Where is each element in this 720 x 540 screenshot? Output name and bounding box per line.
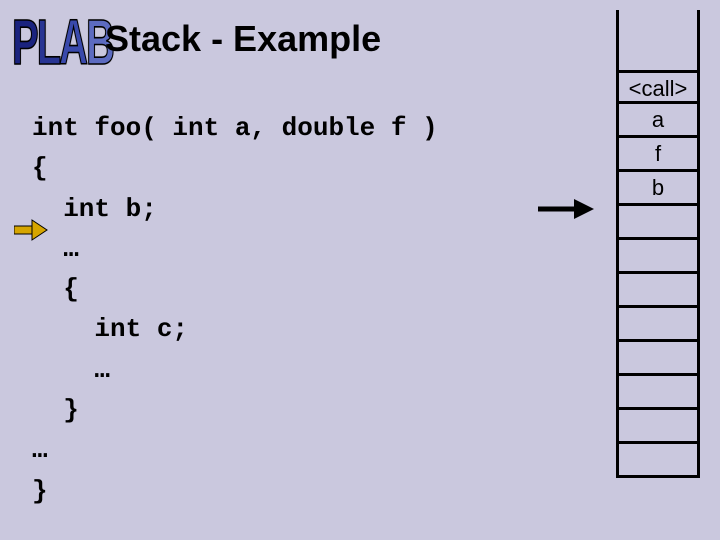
- stack-cell: [616, 240, 700, 274]
- stack-cell: <call>: [616, 70, 700, 104]
- stack-diagram: <call> a f b: [616, 10, 700, 478]
- stack-cell: [616, 444, 700, 478]
- code-line-3: int b;: [32, 194, 157, 224]
- code-line-7: …: [32, 355, 110, 385]
- code-line-1: int foo( int a, double f ): [32, 113, 438, 143]
- stack-open-top: [616, 10, 700, 70]
- logo-letter-l: L: [37, 8, 59, 78]
- plab-logo: PLAB: [12, 8, 113, 80]
- stack-cell: a: [616, 104, 700, 138]
- logo-letter-a: A: [59, 8, 86, 78]
- code-line-2: {: [32, 153, 48, 183]
- code-line-8: }: [32, 395, 79, 425]
- arrow-right-icon: [536, 196, 596, 222]
- stack-cell: [616, 308, 700, 342]
- stack-cell: [616, 206, 700, 240]
- code-line-9: …: [32, 435, 48, 465]
- logo-letter-p: P: [12, 8, 37, 78]
- page-title: Stack - Example: [105, 18, 381, 60]
- stack-cell: b: [616, 172, 700, 206]
- stack-cell: [616, 342, 700, 376]
- code-line-6: int c;: [32, 314, 188, 344]
- stack-cell: [616, 376, 700, 410]
- code-line-5: {: [32, 274, 79, 304]
- code-line-10: }: [32, 476, 48, 506]
- arrow-right-icon: [14, 219, 48, 241]
- code-block: int foo( int a, double f ) { int b; … { …: [32, 108, 438, 511]
- stack-cell: [616, 274, 700, 308]
- stack-cell: [616, 410, 700, 444]
- stack-cell: f: [616, 138, 700, 172]
